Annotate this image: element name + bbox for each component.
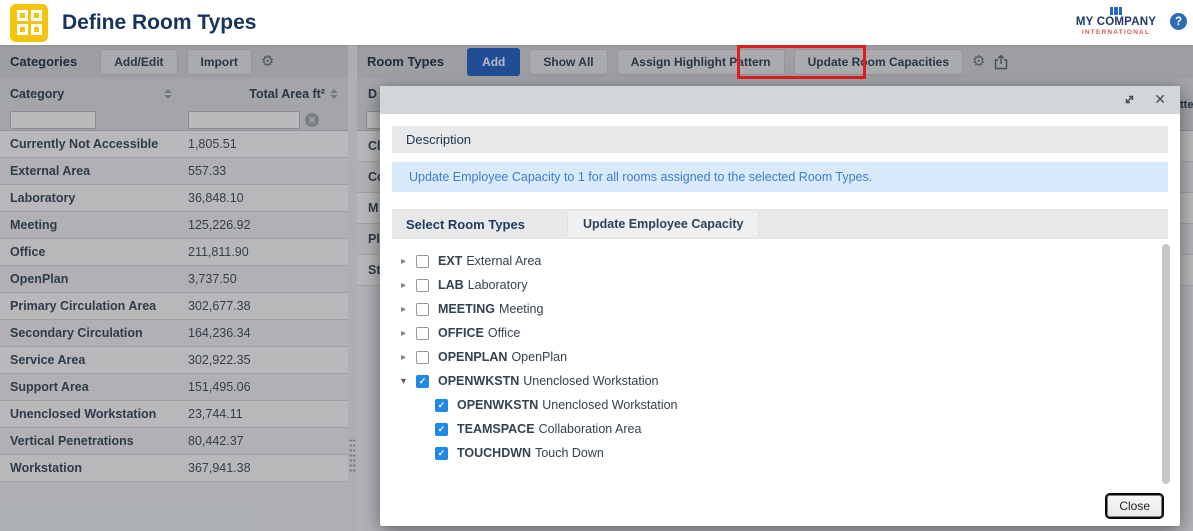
- room-type-name: External Area: [466, 254, 541, 268]
- room-type-code: EXT: [438, 254, 462, 268]
- room-type-label: TOUCHDWN Touch Down: [457, 446, 604, 460]
- room-type-checkbox[interactable]: [416, 351, 429, 364]
- info-message: Update Employee Capacity to 1 for all ro…: [392, 162, 1168, 192]
- room-type-checkbox[interactable]: ✓: [435, 447, 448, 460]
- room-type-code: TEAMSPACE: [457, 422, 535, 436]
- update-employee-capacity-button[interactable]: Update Employee Capacity: [567, 210, 759, 238]
- app-header: Define Room Types MY COMPANY INTERNATION…: [0, 0, 1193, 45]
- tree-item[interactable]: ✓ TOUCHDWN Touch Down: [401, 441, 1168, 465]
- tree-item[interactable]: ▸ OFFICE Office: [401, 321, 1168, 345]
- building-icon: [1110, 7, 1122, 15]
- room-type-name: Laboratory: [468, 278, 528, 292]
- brand-tagline: INTERNATIONAL: [1072, 29, 1160, 36]
- room-types-tree: ▸EXTExternal Area▸LABLaboratory▸MEETINGM…: [392, 249, 1168, 465]
- room-type-checkbox[interactable]: [416, 327, 429, 340]
- expand-arrow-icon[interactable]: ▸: [401, 328, 416, 339]
- room-type-label: MEETING Meeting: [438, 302, 543, 316]
- expand-arrow-icon[interactable]: ▸: [401, 256, 416, 267]
- tree-item[interactable]: ▸ LAB Laboratory: [401, 273, 1168, 297]
- room-type-label: OPENWKSTN Unenclosed Workstation: [457, 398, 678, 412]
- room-type-checkbox[interactable]: [416, 255, 429, 268]
- select-room-types-section-header: Select Room Types Update Employee Capaci…: [392, 209, 1168, 239]
- room-type-label: LAB Laboratory: [438, 278, 527, 292]
- description-section-header: Description: [392, 126, 1168, 153]
- tree-item[interactable]: ✓ TEAMSPACE Collaboration Area: [401, 417, 1168, 441]
- room-type-name: Office: [488, 326, 520, 340]
- help-icon[interactable]: ?: [1170, 13, 1187, 30]
- room-type-name: Touch Down: [535, 446, 604, 460]
- room-type-label: OPENPLAN OpenPlan: [438, 350, 567, 364]
- room-type-checkbox[interactable]: [416, 303, 429, 316]
- room-type-checkbox[interactable]: ✓: [416, 375, 429, 388]
- room-type-code: OPENPLAN: [438, 350, 507, 364]
- close-dialog-icon[interactable]: ✕: [1154, 91, 1166, 108]
- dialog-scrollbar[interactable]: [1162, 244, 1170, 484]
- room-type-name: Collaboration Area: [539, 422, 642, 436]
- room-type-code: OPENWKSTN: [457, 398, 538, 412]
- expand-arrow-icon[interactable]: ▸: [401, 352, 416, 363]
- tree-item[interactable]: ▸ EXT External Area: [401, 249, 1168, 273]
- page-title: Define Room Types: [62, 11, 256, 35]
- select-room-types-label: Select Room Types: [406, 217, 525, 232]
- room-type-label: TEAMSPACE Collaboration Area: [457, 422, 641, 436]
- expand-arrow-icon[interactable]: ▸: [401, 304, 416, 315]
- room-type-checkbox[interactable]: ✓: [435, 399, 448, 412]
- room-type-name: Meeting: [499, 302, 543, 316]
- brand-name: MY COMPANY: [1072, 16, 1160, 29]
- room-type-code: MEETING: [438, 302, 495, 316]
- room-type-label: EXT External Area: [438, 254, 541, 268]
- dialog-titlebar[interactable]: ✕: [380, 86, 1180, 114]
- room-type-name: Unenclosed Workstation: [523, 374, 658, 388]
- room-type-name: Unenclosed Workstation: [542, 398, 677, 412]
- room-type-checkbox[interactable]: ✓: [435, 423, 448, 436]
- room-type-code: TOUCHDWN: [457, 446, 531, 460]
- room-type-name: OpenPlan: [511, 350, 567, 364]
- collapse-arrow-icon[interactable]: ▾: [401, 376, 416, 387]
- room-type-code: OPENWKSTN: [438, 374, 519, 388]
- tree-item[interactable]: ▸ MEETING Meeting: [401, 297, 1168, 321]
- close-button[interactable]: Close: [1107, 495, 1162, 517]
- tree-item[interactable]: ▸ OPENPLAN OpenPlan: [401, 345, 1168, 369]
- room-type-code: LAB: [438, 278, 464, 292]
- expand-dialog-icon[interactable]: [1123, 93, 1136, 106]
- tree-item[interactable]: ▾✓ OPENWKSTN Unenclosed Workstation: [401, 369, 1168, 393]
- expand-arrow-icon[interactable]: ▸: [401, 280, 416, 291]
- room-type-label: OPENWKSTN Unenclosed Workstation: [438, 374, 659, 388]
- screen: Define Room Types MY COMPANY INTERNATION…: [0, 0, 1193, 531]
- tree-item[interactable]: ✓ OPENWKSTN Unenclosed Workstation: [401, 393, 1168, 417]
- room-type-checkbox[interactable]: [416, 279, 429, 292]
- app-grid-logo-icon[interactable]: [10, 4, 48, 42]
- room-type-label: OFFICE Office: [438, 326, 520, 340]
- update-room-capacities-dialog: ✕ Description Update Employee Capacity t…: [380, 86, 1180, 526]
- dialog-body: Description Update Employee Capacity to …: [380, 114, 1180, 526]
- annotation-highlight-box: [737, 45, 866, 79]
- room-type-code: OFFICE: [438, 326, 484, 340]
- company-logo: MY COMPANY INTERNATIONAL: [1072, 7, 1160, 37]
